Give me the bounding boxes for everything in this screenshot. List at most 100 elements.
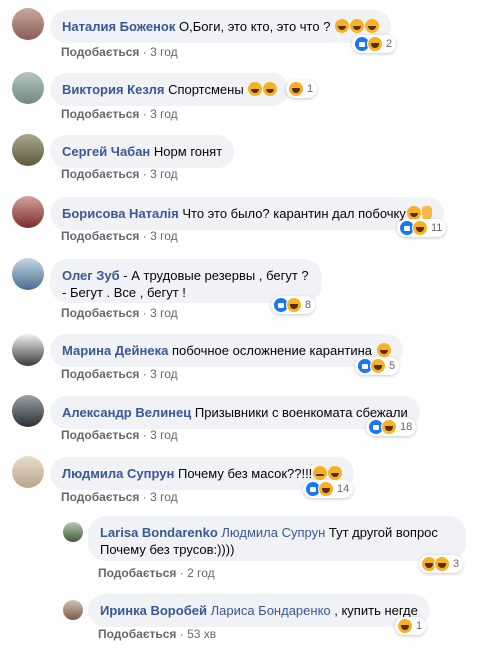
comment-text: Тут другой вопрос	[325, 525, 438, 540]
like-button[interactable]: Подобається	[61, 367, 139, 381]
separator: ·	[142, 167, 147, 181]
reaction-count[interactable]: 8	[305, 299, 311, 311]
haha-reaction-icon	[370, 358, 386, 374]
reaction-count[interactable]: 5	[389, 360, 395, 372]
comment-text: - А трудовые резервы , бегут ?	[119, 268, 309, 283]
comment-author[interactable]: Олег Зуб	[62, 268, 120, 283]
comment-meta: Подобається · 3 год	[61, 167, 178, 181]
reaction-count[interactable]: 14	[337, 483, 349, 495]
haha-reaction-icon	[286, 297, 302, 313]
comment-author[interactable]: Людмила Супрун	[62, 466, 174, 481]
avatar[interactable]	[12, 134, 44, 166]
comment-bubble: Виктория Кезля Спортсмены	[50, 73, 290, 106]
avatar[interactable]	[63, 600, 83, 620]
reaction-summary[interactable]: 5	[355, 357, 400, 375]
comment-author[interactable]: Александр Велинец	[62, 405, 191, 420]
comment-author[interactable]: Виктория Кезля	[62, 82, 164, 97]
haha-reaction-icon	[318, 481, 334, 497]
comment-time[interactable]: 3 год	[150, 490, 178, 504]
comment-meta: Подобається · 3 год	[61, 428, 178, 442]
comment-meta: Подобається · 3 год	[61, 107, 178, 121]
haha-reaction-icon	[367, 36, 383, 52]
laughing-emoji-icon	[376, 343, 391, 357]
comment-meta: Подобається · 3 год	[61, 490, 178, 504]
comment-bubble: Марина Дейнека побочное осложнение каран…	[50, 334, 403, 367]
sad-emoji-icon	[335, 19, 350, 33]
like-button[interactable]: Подобається	[61, 229, 139, 243]
reaction-count[interactable]: 1	[416, 620, 422, 632]
comment-author[interactable]: Наталия Боженок	[62, 19, 175, 34]
reaction-count[interactable]: 11	[431, 222, 442, 234]
comment-bubble: Иринка Воробей Лариса Бондаренко , купит…	[88, 594, 430, 627]
comment-text: Спортсмены	[168, 82, 244, 97]
comment-text: Почему без масок??!!!	[177, 466, 313, 481]
separator: ·	[179, 566, 184, 580]
reaction-summary[interactable]: 3	[419, 555, 464, 573]
comment-time[interactable]: 3 год	[150, 45, 178, 59]
separator: ·	[142, 490, 147, 504]
comment-meta: Подобається · 53 хв	[98, 627, 216, 641]
reaction-count[interactable]: 3	[453, 558, 459, 570]
comment-meta: Подобається · 3 год	[61, 367, 178, 381]
comment-bubble: Александр Велинец Призывники с военкомат…	[50, 396, 420, 429]
sad-emoji-icon	[365, 19, 380, 33]
reaction-summary[interactable]: 14	[303, 480, 354, 498]
mention-link[interactable]: Лариса Бондаренко	[211, 603, 331, 618]
avatar[interactable]	[12, 258, 44, 290]
haha-reaction-icon	[381, 419, 397, 435]
avatar[interactable]	[12, 196, 44, 228]
like-button[interactable]: Подобається	[98, 627, 176, 641]
avatar[interactable]	[12, 334, 44, 366]
eye-roll-emoji-icon	[313, 466, 328, 480]
comment-author[interactable]: Сергей Чабан	[62, 144, 150, 159]
mention-link[interactable]: Людмила Супрун	[221, 525, 325, 540]
laughing-emoji-icon	[406, 206, 421, 220]
avatar[interactable]	[12, 8, 44, 40]
reaction-summary[interactable]: 2	[352, 35, 397, 53]
comment-meta: Подобається · 2 год	[98, 566, 215, 580]
avatar[interactable]	[12, 456, 44, 488]
comment-text-line2: - Бегут . Все , бегут !	[62, 285, 186, 300]
reaction-summary[interactable]: 11	[397, 219, 447, 237]
avatar[interactable]	[12, 395, 44, 427]
like-button[interactable]: Подобається	[61, 306, 139, 320]
comment-bubble: Борисова Наталія Что это было? карантин …	[50, 197, 444, 230]
comment-text: Норм гонят	[153, 144, 223, 159]
comment-text: побочное осложнение карантина	[171, 343, 373, 358]
comment-time[interactable]: 3 год	[150, 167, 178, 181]
comment-text-line2: Почему без трусов:))))	[100, 542, 235, 557]
avatar[interactable]	[12, 72, 44, 104]
avatar[interactable]	[63, 522, 83, 542]
haha-reaction-icon	[288, 81, 304, 97]
laughing-emoji-icon	[248, 82, 263, 96]
like-button[interactable]: Подобається	[61, 428, 139, 442]
separator: ·	[179, 627, 184, 641]
reaction-summary[interactable]: 18	[366, 418, 417, 436]
reaction-count: 1	[307, 83, 314, 95]
comment-text: , купить негде	[330, 603, 418, 618]
comment-author[interactable]: Larisa Bondarenko	[100, 525, 218, 540]
reaction-count[interactable]: 18	[400, 421, 412, 433]
comment-time[interactable]: 53 хв	[187, 627, 216, 641]
comment-time[interactable]: 2 год	[187, 566, 215, 580]
comment-author[interactable]: Борисова Наталія	[62, 206, 179, 221]
comment-time[interactable]: 3 год	[150, 367, 178, 381]
reaction-summary[interactable]: 8	[271, 296, 316, 314]
comment-author[interactable]: Иринка Воробей	[100, 603, 207, 618]
pointing-hand-icon	[421, 206, 432, 220]
haha-reaction-icon	[397, 618, 413, 634]
reaction-count: 2	[386, 38, 393, 50]
comment-time[interactable]: 3 год	[150, 306, 178, 320]
reaction-summary[interactable]: 1	[286, 80, 318, 98]
like-button[interactable]: Подобається	[61, 45, 139, 59]
like-button[interactable]: Подобається	[61, 167, 139, 181]
comment-time[interactable]: 3 год	[150, 428, 178, 442]
comment-time[interactable]: 3 год	[150, 107, 178, 121]
like-button[interactable]: Подобається	[61, 107, 139, 121]
like-button[interactable]: Подобається	[98, 566, 176, 580]
comment-author[interactable]: Марина Дейнека	[62, 343, 168, 358]
reaction-summary[interactable]: 1	[395, 617, 427, 635]
comment-bubble: Наталия Боженок О,Боги, это кто, это что…	[50, 10, 392, 43]
like-button[interactable]: Подобається	[61, 490, 139, 504]
comment-time[interactable]: 3 год	[150, 229, 178, 243]
